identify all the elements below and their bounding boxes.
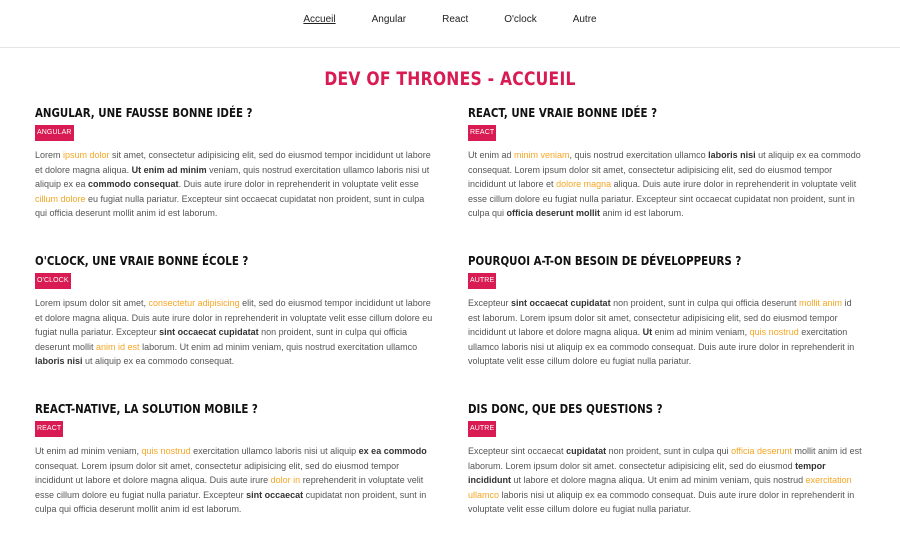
top-navigation: Accueil Angular React O'clock Autre xyxy=(0,0,900,48)
body-text: ut labore et dolore magna aliqua. Ut eni… xyxy=(511,475,806,485)
article-title[interactable]: REACT-NATIVE, LA SOLUTION MOBILE ? xyxy=(35,400,361,417)
bold-text: cupidatat xyxy=(566,446,607,456)
category-tag[interactable]: ANGULAR xyxy=(35,125,74,141)
bold-text: laboris nisi xyxy=(35,356,83,366)
body-text: Ut enim ad xyxy=(468,150,515,160)
nav-link-autre[interactable]: Autre xyxy=(573,14,597,25)
article-card: ANGULAR, UNE FAUSSE BONNE IDÉE ? ANGULAR… xyxy=(35,104,433,252)
article-title[interactable]: REACT, UNE VRAIE BONNE IDÉE ? xyxy=(468,104,794,121)
article-excerpt: Ut enim ad minim veniam, quis nostrud ex… xyxy=(468,148,866,221)
article-excerpt: Excepteur sint occaecat cupidatat non pr… xyxy=(468,296,866,369)
article-title[interactable]: POURQUOI A-T-ON BESOIN DE DÉVELOPPEURS ? xyxy=(468,252,794,269)
highlighted-text: dolore magna xyxy=(556,179,612,189)
body-text: . Duis aute irure dolor in reprehenderit… xyxy=(178,179,419,189)
page-title: DEV OF THRONES - ACCUEIL xyxy=(324,68,576,90)
highlighted-text: dolor in xyxy=(270,475,301,485)
bold-text: commodo consequat xyxy=(88,179,179,189)
article-card: REACT-NATIVE, LA SOLUTION MOBILE ? REACT… xyxy=(35,400,433,548)
body-text: non proident, sunt in culpa qui officia … xyxy=(610,298,800,308)
body-text: Lorem xyxy=(35,150,64,160)
bold-text: officia deserunt mollit xyxy=(506,208,601,218)
highlighted-text: minim veniam xyxy=(514,150,570,160)
highlighted-text: officia deserunt xyxy=(731,446,793,456)
body-text: non proident, sunt in culpa qui xyxy=(606,446,732,456)
highlighted-text: anim id est xyxy=(96,341,140,352)
highlighted-text: mollit anim xyxy=(799,298,843,308)
category-tag[interactable]: REACT xyxy=(468,125,497,141)
article-title[interactable]: ANGULAR, UNE FAUSSE BONNE IDÉE ? xyxy=(35,104,361,121)
article-card: O'CLOCK, UNE VRAIE BONNE ÉCOLE ? O'CLOCK… xyxy=(35,252,433,400)
category-tag[interactable]: AUTRE xyxy=(468,273,497,289)
highlighted-text: quis nostrud xyxy=(141,446,191,456)
article-excerpt: Lorem ipsum dolor sit amet, consectetur … xyxy=(35,296,433,369)
bold-text: sint occaecat cupidatat xyxy=(511,298,611,308)
category-tag[interactable]: O'CLOCK xyxy=(35,273,71,289)
body-text: Excepteur sint occaecat xyxy=(468,446,567,456)
article-card: DIS DONC, QUE DES QUESTIONS ? AUTRE Exce… xyxy=(468,400,866,548)
category-tag[interactable]: AUTRE xyxy=(468,421,497,437)
body-text: ut aliquip ex ea commodo consequat. xyxy=(82,356,235,366)
body-text: eu fugiat nulla pariatur. Excepteur sint… xyxy=(35,193,425,219)
body-text: laboris nisi ut aliquip ex ea commodo co… xyxy=(468,489,855,515)
body-text: laborum. Ut enim ad minim veniam, quis n… xyxy=(139,341,418,352)
article-excerpt: Lorem ipsum dolor sit amet, consectetur … xyxy=(35,148,433,221)
body-text: enim ad minim veniam, xyxy=(652,327,750,337)
bold-text: sint occaecat cupidatat xyxy=(159,327,259,337)
article-title[interactable]: O'CLOCK, UNE VRAIE BONNE ÉCOLE ? xyxy=(35,252,361,269)
body-text: Excepteur xyxy=(468,298,512,308)
body-text: exercitation ullamco laboris nisi ut ali… xyxy=(190,446,359,456)
article-card: POURQUOI A-T-ON BESOIN DE DÉVELOPPEURS ?… xyxy=(468,252,866,400)
category-tag[interactable]: REACT xyxy=(35,421,64,437)
article-card: REACT, UNE VRAIE BONNE IDÉE ? REACT Ut e… xyxy=(468,104,866,252)
bold-text: Ut enim ad minim xyxy=(131,164,207,175)
highlighted-text: ipsum dolor xyxy=(63,150,110,160)
nav-link-angular[interactable]: Angular xyxy=(372,14,406,25)
highlighted-text: cillum dolore xyxy=(35,193,86,204)
bold-text: sint occaecat xyxy=(246,489,304,500)
articles-grid: ANGULAR, UNE FAUSSE BONNE IDÉE ? ANGULAR… xyxy=(35,104,865,548)
body-text: , quis nostrud exercitation ullamco xyxy=(569,150,709,160)
bold-text: ex ea commodo xyxy=(358,446,427,456)
highlighted-text: consectetur adipisicing xyxy=(148,298,240,308)
body-text: anim id est laborum. xyxy=(600,208,684,218)
bold-text: Ut xyxy=(642,327,653,337)
article-excerpt: Excepteur sint occaecat cupidatat non pr… xyxy=(468,444,866,517)
bold-text: laboris nisi xyxy=(708,150,756,160)
nav-link-react[interactable]: React xyxy=(442,14,468,25)
body-text: Lorem ipsum dolor sit amet, xyxy=(35,298,149,308)
article-title[interactable]: DIS DONC, QUE DES QUESTIONS ? xyxy=(468,400,794,417)
nav-link-accueil[interactable]: Accueil xyxy=(303,14,335,25)
highlighted-text: quis nostrud xyxy=(749,327,799,337)
body-text: Ut enim ad minim veniam, xyxy=(35,446,142,456)
article-excerpt: Ut enim ad minim veniam, quis nostrud ex… xyxy=(35,444,433,517)
nav-link-oclock[interactable]: O'clock xyxy=(504,14,536,25)
